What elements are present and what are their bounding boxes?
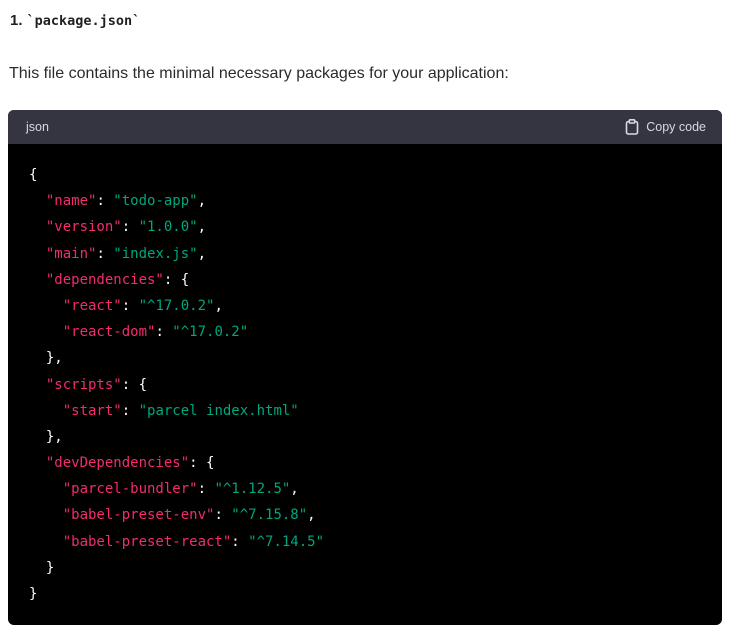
code-string-token: "parcel index.html" bbox=[138, 402, 299, 419]
code-string-token: "todo-app" bbox=[113, 193, 198, 210]
code-punctuation-token bbox=[29, 246, 46, 262]
code-line: "react-dom": "^17.0.2" bbox=[29, 319, 324, 345]
code-punctuation-token: { bbox=[29, 167, 38, 183]
code-string-token: "1.0.0" bbox=[138, 219, 198, 236]
code-punctuation-token: : bbox=[121, 297, 139, 314]
code-punctuation-token: } bbox=[29, 586, 38, 602]
code-punctuation-token: } bbox=[29, 559, 55, 576]
code-punctuation-token: : { bbox=[189, 455, 215, 472]
code-punctuation-token: }, bbox=[29, 350, 63, 367]
code-punctuation-token bbox=[29, 324, 63, 340]
code-punctuation-token: : { bbox=[163, 271, 190, 288]
intro-text: This file contains the minimal necessary… bbox=[9, 65, 509, 82]
code-string-token: "^7.15.8" bbox=[231, 507, 308, 524]
code-string-token: "^17.0.2" bbox=[138, 297, 215, 314]
code-punctuation-token bbox=[29, 481, 63, 497]
code-string-token: "^7.14.5" bbox=[248, 533, 325, 550]
code-line: "react": "^17.0.2", bbox=[29, 293, 324, 319]
code-line: "start": "parcel index.html" bbox=[29, 398, 324, 424]
code-line: "main": "index.js", bbox=[29, 241, 324, 267]
code-punctuation-token: , bbox=[197, 219, 207, 236]
code-punctuation-token: : bbox=[231, 533, 249, 550]
code-line: }, bbox=[29, 424, 324, 450]
code-line: "babel-preset-env": "^7.15.8", bbox=[29, 502, 324, 528]
code-line: "name": "todo-app", bbox=[29, 188, 324, 214]
code-block-header: json Copy code bbox=[8, 110, 722, 144]
code-key-token: "parcel-bundler" bbox=[62, 481, 198, 498]
code-punctuation-token bbox=[29, 403, 63, 419]
copy-code-label: Copy code bbox=[646, 120, 706, 134]
code-key-token: "name" bbox=[45, 193, 97, 210]
code-key-token: "version" bbox=[45, 219, 122, 236]
code-punctuation-token bbox=[29, 455, 46, 471]
code-punctuation-token bbox=[29, 193, 46, 209]
code-punctuation-token: : bbox=[121, 402, 139, 419]
code-key-token: "scripts" bbox=[45, 376, 122, 393]
code-punctuation-token: : bbox=[214, 507, 232, 524]
code-key-token: "react" bbox=[62, 297, 122, 314]
code-key-token: "dependencies" bbox=[45, 271, 164, 288]
chat-message: 1. `package.json` This file contains the … bbox=[0, 0, 736, 644]
code-punctuation-token bbox=[29, 272, 46, 288]
code-line: { bbox=[29, 162, 324, 188]
code-key-token: "babel-preset-react" bbox=[62, 533, 232, 550]
code-string-token: "^17.0.2" bbox=[172, 324, 249, 341]
code-punctuation-token bbox=[29, 298, 63, 314]
heading-number: 1. bbox=[10, 12, 23, 29]
code-language-label: json bbox=[26, 120, 49, 134]
code-punctuation-token bbox=[29, 534, 63, 550]
code-punctuation-token bbox=[29, 377, 46, 393]
code-line: "babel-preset-react": "^7.14.5" bbox=[29, 529, 324, 555]
code-line: } bbox=[29, 555, 324, 581]
code-string-token: "index.js" bbox=[113, 245, 198, 262]
code-punctuation-token: }, bbox=[29, 428, 63, 445]
code-punctuation-token bbox=[29, 219, 46, 235]
code-punctuation-token: , bbox=[307, 507, 316, 524]
code-punctuation-token: : bbox=[197, 481, 215, 498]
code-punctuation-token: , bbox=[214, 297, 223, 314]
code-key-token: "start" bbox=[62, 402, 122, 419]
code-punctuation-token: , bbox=[290, 481, 299, 498]
section-heading: 1. `package.json` bbox=[10, 10, 140, 32]
code-key-token: "main" bbox=[45, 245, 97, 262]
code-punctuation-token: , bbox=[197, 193, 207, 210]
code-content[interactable]: { "name": "todo-app", "version": "1.0.0"… bbox=[29, 162, 324, 607]
code-key-token: "react-dom" bbox=[62, 324, 156, 341]
code-punctuation-token: , bbox=[197, 245, 207, 262]
code-line: "parcel-bundler": "^1.12.5", bbox=[29, 476, 324, 502]
code-key-token: "babel-preset-env" bbox=[62, 507, 215, 524]
code-punctuation-token: : bbox=[96, 193, 114, 210]
code-line: } bbox=[29, 581, 324, 607]
copy-code-button[interactable]: Copy code bbox=[625, 119, 706, 135]
code-line: "scripts": { bbox=[29, 372, 324, 398]
code-line: "devDependencies": { bbox=[29, 450, 324, 476]
code-punctuation-token: : bbox=[96, 245, 114, 262]
code-key-token: "devDependencies" bbox=[45, 455, 190, 472]
code-line: "version": "1.0.0", bbox=[29, 214, 324, 240]
code-punctuation-token: : bbox=[155, 324, 173, 341]
code-line: }, bbox=[29, 345, 324, 371]
code-block: json Copy code { "name": "todo-app", "ve… bbox=[8, 110, 722, 625]
clipboard-icon bbox=[625, 119, 639, 135]
code-punctuation-token: : bbox=[121, 219, 139, 236]
code-punctuation-token: : { bbox=[121, 376, 148, 393]
heading-filename: `package.json` bbox=[26, 13, 141, 29]
code-line: "dependencies": { bbox=[29, 267, 324, 293]
code-string-token: "^1.12.5" bbox=[214, 481, 291, 498]
code-punctuation-token bbox=[29, 507, 63, 523]
